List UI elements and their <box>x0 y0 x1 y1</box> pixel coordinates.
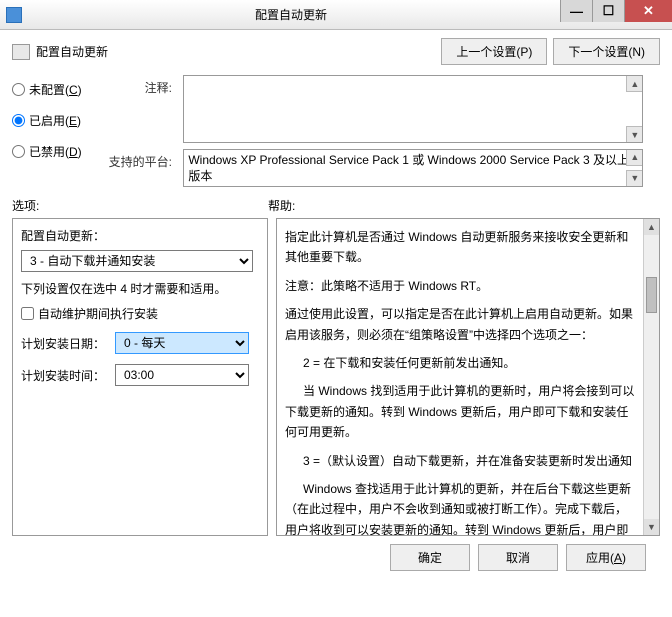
scroll-down-icon[interactable]: ▼ <box>644 519 659 535</box>
help-label: 帮助: <box>268 197 295 214</box>
radio-not-configured[interactable]: 未配置(C) <box>12 81 102 98</box>
comment-label: 注释: <box>102 75 180 96</box>
maintenance-checkbox-row[interactable]: 自动维护期间执行安装 <box>21 305 259 322</box>
radio-group: 未配置(C) 已启用(E) 已禁用(D) <box>12 75 102 187</box>
update-mode-select[interactable]: 3 - 自动下载并通知安装 <box>21 250 253 272</box>
window-title: 配置自动更新 <box>22 6 560 23</box>
scroll-up-icon[interactable]: ▲ <box>626 76 642 92</box>
help-panel: 指定此计算机是否通过 Windows 自动更新服务来接收安全更新和其他重要下载。… <box>276 218 660 536</box>
radio-enabled-input[interactable] <box>12 114 25 127</box>
scroll-down-icon[interactable]: ▼ <box>626 170 642 186</box>
install-time-label: 计划安装时间： <box>21 367 111 384</box>
update-mode-label: 配置自动更新： <box>21 227 259 244</box>
footer-buttons: 确定 取消 应用(A) <box>12 536 660 579</box>
apply-button[interactable]: 应用(A) <box>566 544 646 571</box>
window-controls: — ☐ ✕ <box>560 0 672 29</box>
scroll-up-icon[interactable]: ▲ <box>644 219 659 235</box>
app-icon <box>6 7 22 23</box>
radio-disabled[interactable]: 已禁用(D) <box>12 143 102 160</box>
cancel-button[interactable]: 取消 <box>478 544 558 571</box>
title-bar: 配置自动更新 — ☐ ✕ <box>0 0 672 30</box>
policy-title: 配置自动更新 <box>36 43 108 60</box>
close-button[interactable]: ✕ <box>624 0 672 22</box>
scroll-thumb[interactable] <box>646 277 657 313</box>
radio-disabled-input[interactable] <box>12 145 25 158</box>
supported-label: 支持的平台: <box>102 149 180 170</box>
minimize-button[interactable]: — <box>560 0 592 22</box>
ok-button[interactable]: 确定 <box>390 544 470 571</box>
maintenance-checkbox[interactable] <box>21 307 34 320</box>
maximize-button[interactable]: ☐ <box>592 0 624 22</box>
maintenance-checkbox-label: 自动维护期间执行安装 <box>38 305 158 322</box>
comment-textarea[interactable]: ▲ ▼ <box>183 75 643 143</box>
help-text: 指定此计算机是否通过 Windows 自动更新服务来接收安全更新和其他重要下载。… <box>285 227 637 536</box>
supported-on-box: Windows XP Professional Service Pack 1 或… <box>183 149 643 187</box>
policy-icon <box>12 44 30 60</box>
install-day-select[interactable]: 0 - 每天 <box>115 332 249 354</box>
options-panel: 配置自动更新： 3 - 自动下载并通知安装 下列设置仅在选中 4 时才需要和适用… <box>12 218 268 536</box>
next-setting-button[interactable]: 下一个设置(N) <box>553 38 660 65</box>
install-time-select[interactable]: 03:00 <box>115 364 249 386</box>
options-note: 下列设置仅在选中 4 时才需要和适用。 <box>21 280 259 297</box>
header-row: 配置自动更新 上一个设置(P) 下一个设置(N) <box>12 38 660 65</box>
options-label: 选项: <box>12 197 268 214</box>
help-scrollbar[interactable]: ▲ ▼ <box>643 219 659 535</box>
radio-enabled[interactable]: 已启用(E) <box>12 112 102 129</box>
radio-not-configured-input[interactable] <box>12 83 25 96</box>
supported-text: Windows XP Professional Service Pack 1 或… <box>188 153 629 183</box>
prev-setting-button[interactable]: 上一个设置(P) <box>441 38 547 65</box>
install-day-label: 计划安装日期： <box>21 335 111 352</box>
scroll-down-icon[interactable]: ▼ <box>626 126 642 142</box>
scroll-up-icon[interactable]: ▲ <box>626 150 642 166</box>
